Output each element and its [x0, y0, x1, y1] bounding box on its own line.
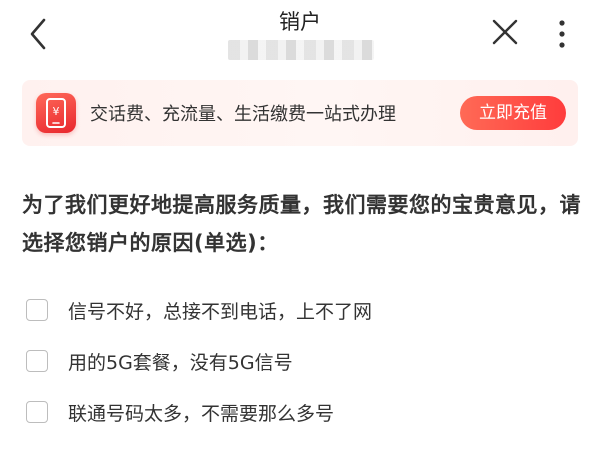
option-no-5g-signal[interactable]: 用的5G套餐，没有5G信号	[22, 345, 582, 379]
close-icon	[492, 19, 518, 45]
svg-text:¥: ¥	[53, 105, 60, 118]
blurred-phone-number	[228, 40, 374, 60]
option-label: 用的5G套餐，没有5G信号	[68, 352, 293, 374]
phone-yuan-icon: ¥	[36, 93, 76, 133]
option-label: 联通号码太多，不需要那么多号	[68, 403, 335, 425]
more-vertical-icon	[559, 20, 565, 48]
survey-question: 为了我们更好地提高服务质量，我们需要您的宝贵意见，请选择您销户的原因(单选)：	[22, 193, 581, 255]
recharge-button[interactable]: 立即充值	[460, 96, 566, 130]
option-too-many-numbers[interactable]: 联通号码太多，不需要那么多号	[22, 396, 582, 430]
checkbox[interactable]	[26, 299, 48, 321]
option-poor-signal[interactable]: 信号不好，总接不到电话，上不了网	[22, 294, 582, 328]
checkbox[interactable]	[26, 350, 48, 372]
top-bar: 销户	[0, 0, 600, 72]
recharge-banner[interactable]: ¥ 交话费、充流量、生活缴费一站式办理 立即充值	[22, 80, 578, 146]
option-label: 信号不好，总接不到电话，上不了网	[68, 301, 373, 323]
banner-text: 交话费、充流量、生活缴费一站式办理	[90, 104, 396, 125]
close-button[interactable]	[489, 16, 521, 48]
more-button[interactable]	[552, 14, 572, 54]
checkbox[interactable]	[26, 401, 48, 423]
